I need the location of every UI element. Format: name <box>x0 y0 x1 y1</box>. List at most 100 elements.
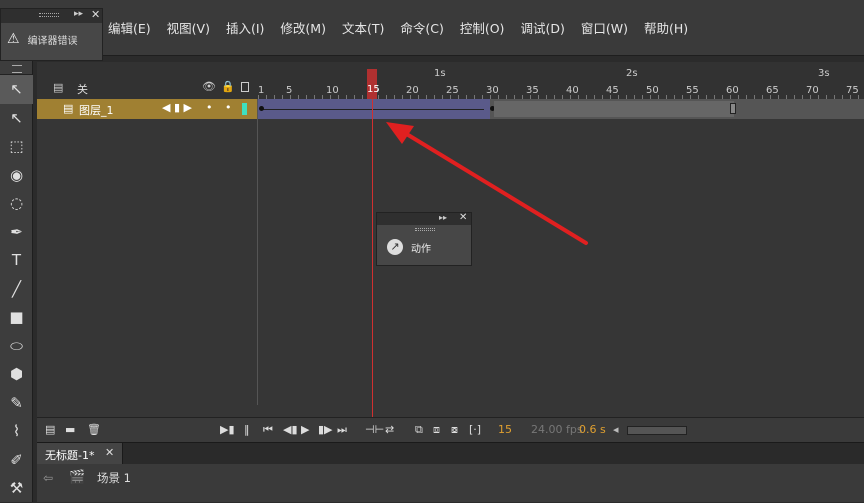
delete-icon[interactable]: 🗑 <box>87 423 101 436</box>
close-icon[interactable]: ✕ <box>91 8 100 21</box>
layer-header-label: 关 <box>77 83 88 96</box>
edit-bar: ⇦ 🎬 场景 1 <box>37 464 864 502</box>
edit-multiple-icon[interactable]: ⧇ <box>451 423 458 437</box>
layer-name[interactable]: 图层_1 <box>79 102 114 118</box>
frame-number: 1 <box>258 85 265 96</box>
playhead-line[interactable] <box>372 99 373 417</box>
layer-lock-toggle[interactable]: • <box>225 101 232 114</box>
actions-label: 动作 <box>411 243 431 255</box>
frame-number: 30 <box>486 85 499 96</box>
frame-number: 70 <box>806 85 819 96</box>
menu-window[interactable]: 窗口(W) <box>573 20 636 38</box>
layer-visible-toggle[interactable]: • <box>206 101 213 114</box>
tab-untitled[interactable]: 无标题-1* ✕ <box>37 443 123 465</box>
menu-help[interactable]: 帮助(H) <box>636 20 696 38</box>
frame-ruler[interactable]: 1510152025303540455055606570751s2s3s <box>258 62 864 99</box>
actions-icon: ↗ <box>387 239 403 255</box>
text-tool-icon[interactable]: T <box>0 246 33 275</box>
onion-skin-icon[interactable]: ⧉ <box>415 423 423 437</box>
onion-markers-icon[interactable]: [·] <box>469 423 481 436</box>
frame-number: 75 <box>846 85 859 96</box>
lasso-tool-icon[interactable]: ◌ <box>0 189 33 218</box>
motion-tween-span[interactable] <box>258 99 495 119</box>
layer-frames[interactable] <box>258 99 864 119</box>
menu-edit[interactable]: 编辑(E) <box>100 20 159 38</box>
new-folder-icon[interactable]: ▬ <box>65 423 75 436</box>
menu-text[interactable]: 文本(T) <box>334 20 392 38</box>
panel-header[interactable]: ▸▸ ✕ <box>1 8 102 23</box>
new-layer-icon[interactable]: ▤ <box>45 423 55 436</box>
menu-view[interactable]: 视图(V) <box>159 20 218 38</box>
play-icon[interactable]: ▶ <box>301 423 309 436</box>
frame-number: 20 <box>406 85 419 96</box>
back-icon[interactable]: ⇦ <box>43 471 53 485</box>
timeline-toolbar: ▤ ▬ 🗑 ▶▮ ‖ ⏮ ◀▮ ▶ ▮▶ ⏭ ⊣⊢ ⇄ ⧉ ⧈ ⧇ [·] 15… <box>37 417 864 442</box>
menu-control[interactable]: 控制(O) <box>452 20 513 38</box>
elapsed-time[interactable]: 0.6 s <box>579 423 606 436</box>
loop-icon[interactable]: ⇄ <box>385 423 394 436</box>
tab-title: 无标题-1* <box>45 449 95 462</box>
frame-number: 50 <box>646 85 659 96</box>
layer-color-swatch[interactable] <box>242 103 247 115</box>
outline-icon[interactable] <box>241 82 249 92</box>
pen-tool-icon[interactable]: ✒ <box>0 218 33 247</box>
static-frames[interactable] <box>494 101 734 117</box>
grip-icon[interactable] <box>39 13 59 17</box>
close-icon[interactable]: ✕ <box>459 212 467 223</box>
frame-number: 40 <box>566 85 579 96</box>
frame-number: 25 <box>446 85 459 96</box>
brush-tool-icon[interactable]: ⌇ <box>0 417 33 446</box>
rectangle-tool-icon[interactable]: ■ <box>0 303 33 332</box>
menu-modify[interactable]: 修改(M) <box>272 20 334 38</box>
camera-icon[interactable]: ▶▮ <box>220 423 235 436</box>
menu-debug[interactable]: 调试(D) <box>512 20 572 38</box>
tools-panel-grip[interactable] <box>0 61 32 75</box>
clapperboard-icon: 🎬 <box>69 470 86 485</box>
start-keyframe[interactable] <box>259 106 264 111</box>
selection-tool-icon[interactable]: ↖ <box>0 75 33 104</box>
step-back-icon[interactable]: ◀▮ <box>283 423 298 436</box>
end-frame[interactable] <box>730 103 736 114</box>
grip-icon[interactable] <box>415 228 435 231</box>
lock-icon[interactable]: 🔒 <box>221 80 235 93</box>
second-marker: 3s <box>818 68 830 79</box>
collapse-icon[interactable]: ▸▸ <box>74 9 83 19</box>
close-icon[interactable]: ✕ <box>105 446 114 459</box>
step-forward-icon[interactable]: ▮▶ <box>318 423 333 436</box>
eye-icon[interactable]: 👁 <box>202 80 216 93</box>
frame-rate[interactable]: 24.00 fps <box>531 423 583 436</box>
line-tool-icon[interactable]: ╱ <box>0 275 33 304</box>
main-menu: 编辑(E) 视图(V) 插入(I) 修改(M) 文本(T) 命令(C) 控制(O… <box>100 20 696 38</box>
timeline-scrollbar[interactable] <box>627 426 687 435</box>
collapse-icon[interactable]: ▸▸ <box>439 213 447 222</box>
first-frame-icon[interactable]: ⏮ <box>263 423 273 437</box>
pause-icon[interactable]: ‖ <box>244 423 250 436</box>
pencil-tool-icon[interactable]: ✎ <box>0 389 33 418</box>
layer-keyframe-nav[interactable]: ◀ ▮ ▶ <box>162 101 192 114</box>
subselection-tool-icon[interactable]: ↖ <box>0 104 33 133</box>
panel-header[interactable]: ▸▸ ✕ <box>377 212 471 225</box>
frame-number: 60 <box>726 85 739 96</box>
compiler-errors-button[interactable]: ⚠ 编译器错误 <box>1 23 102 55</box>
frame-number: 5 <box>286 85 293 96</box>
scene-label[interactable]: 场景 1 <box>97 470 131 486</box>
free-transform-tool-icon[interactable]: ⬚ <box>0 132 33 161</box>
compiler-errors-label: 编译器错误 <box>27 35 78 47</box>
oval-tool-icon[interactable]: ⬭ <box>0 332 33 361</box>
polystar-tool-icon[interactable]: ⬢ <box>0 360 33 389</box>
bone-tool-icon[interactable]: ⚒ <box>0 474 33 503</box>
menu-commands[interactable]: 命令(C) <box>392 20 451 38</box>
paint-brush-tool-icon[interactable]: ✐ <box>0 446 33 475</box>
layer-row[interactable]: ▤ 图层_1 ◀ ▮ ▶ • • <box>37 99 257 119</box>
onion-outline-icon[interactable]: ⧈ <box>433 423 440 437</box>
current-frame[interactable]: 15 <box>498 423 512 436</box>
menu-insert[interactable]: 插入(I) <box>218 20 272 38</box>
center-frame-icon[interactable]: ⊣⊢ <box>365 423 384 436</box>
last-frame-icon[interactable]: ⏭ <box>337 423 347 437</box>
scroll-left-icon[interactable]: ◂ <box>613 423 619 436</box>
3d-rotation-tool-icon[interactable]: ◉ <box>0 161 33 190</box>
tools-panel: ↖ ↖ ⬚ ◉ ◌ ✒ T ╱ ■ ⬭ ⬢ ✎ ⌇ ✐ ⚒ <box>0 61 33 502</box>
frame-number: 55 <box>686 85 699 96</box>
actions-button[interactable]: ↗ 动作 <box>387 239 431 255</box>
layers-divider <box>257 99 258 405</box>
